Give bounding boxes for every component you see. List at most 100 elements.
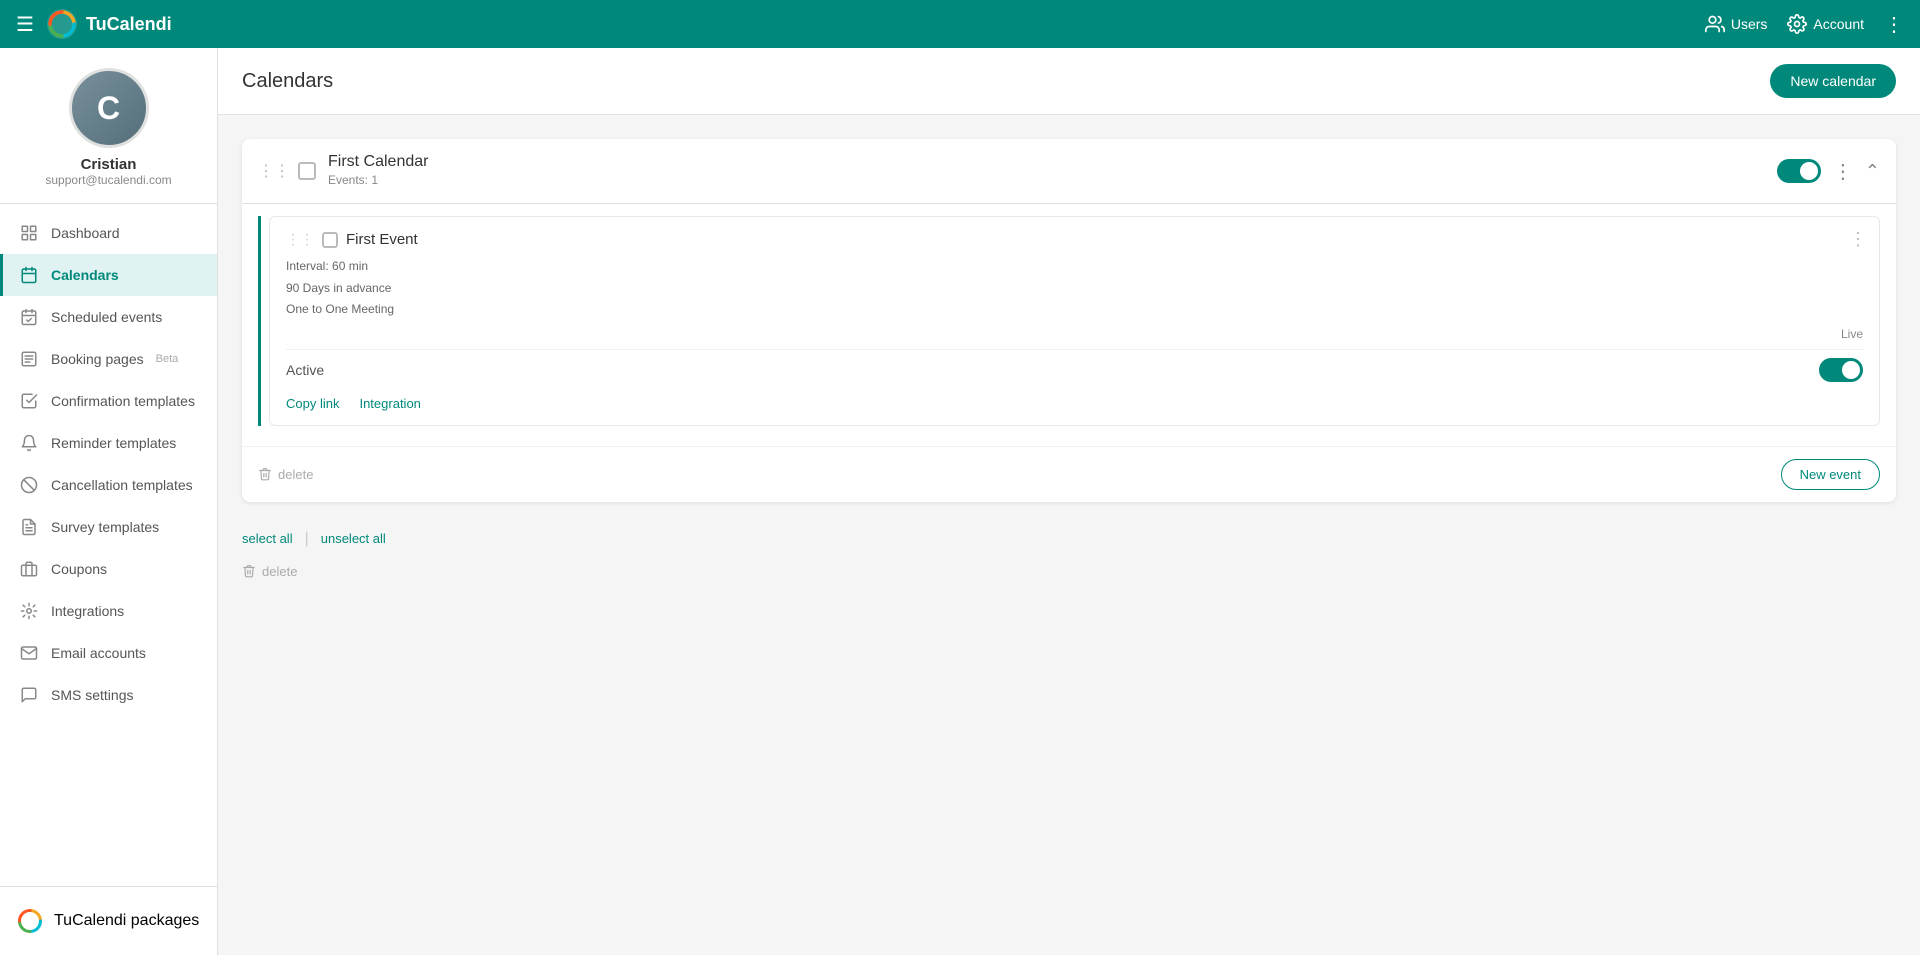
app-name: TuCalendi — [86, 14, 172, 35]
sidebar-item-label-confirmation-templates: Confirmation templates — [51, 393, 195, 409]
users-button[interactable]: Users — [1705, 14, 1768, 34]
calendar-drag-handle-icon[interactable]: ⋮⋮ — [258, 161, 290, 181]
calendar-toggle[interactable] — [1777, 159, 1821, 183]
sms-icon — [19, 685, 39, 705]
calendar-card-footer: delete New event — [242, 446, 1896, 502]
sidebar-item-confirmation-templates[interactable]: Confirmation templates — [0, 380, 217, 422]
sidebar-item-label-coupons: Coupons — [51, 561, 107, 577]
event-active-label: Active — [286, 362, 324, 378]
sidebar-item-label-calendars: Calendars — [51, 267, 119, 283]
email-icon — [19, 643, 39, 663]
sidebar-item-scheduled-events[interactable]: Scheduled events — [0, 296, 217, 338]
calendar-card-header: ⋮⋮ First Calendar Events: 1 ⋮ ⌃ — [242, 139, 1896, 204]
calendar-delete-button[interactable]: delete — [258, 467, 313, 482]
sidebar-item-sms-settings[interactable]: SMS settings — [0, 674, 217, 716]
sidebar: C Cristian support@tucalendi.com Dashboa… — [0, 48, 218, 955]
topbar-right: Users Account ⋮ — [1705, 12, 1904, 37]
page-title: Calendars — [242, 70, 333, 93]
main-header: Calendars New calendar — [218, 48, 1920, 115]
grid-icon — [19, 223, 39, 243]
event-more-icon[interactable]: ⋮ — [1849, 229, 1867, 250]
sidebar-item-label-integrations: Integrations — [51, 603, 124, 619]
coupon-icon — [19, 559, 39, 579]
sidebar-item-survey-templates[interactable]: Survey templates — [0, 506, 217, 548]
more-options-icon[interactable]: ⋮ — [1884, 12, 1904, 37]
calendar-card: ⋮⋮ First Calendar Events: 1 ⋮ ⌃ — [242, 139, 1896, 502]
users-icon — [1705, 14, 1725, 34]
calendar-delete-label: delete — [278, 467, 313, 482]
event-name: First Event — [346, 231, 1863, 248]
event-status-label: Live — [1841, 327, 1863, 341]
topbar: ☰ TuCalendi Users Account — [0, 0, 1920, 48]
users-label: Users — [1731, 16, 1768, 32]
sidebar-item-label-cancellation-templates: Cancellation templates — [51, 477, 193, 493]
sidebar-item-integrations[interactable]: Integrations — [0, 590, 217, 632]
avatar: C — [69, 68, 149, 148]
event-checkbox[interactable] — [322, 232, 338, 248]
integrations-icon — [19, 601, 39, 621]
bottom-actions: select all | unselect all — [242, 522, 1896, 556]
integration-button[interactable]: Integration — [359, 396, 420, 411]
account-button[interactable]: Account — [1787, 14, 1864, 34]
sidebar-item-reminder-templates[interactable]: Reminder templates — [0, 422, 217, 464]
new-calendar-button[interactable]: New calendar — [1770, 64, 1896, 98]
calendar-events-count: Events: 1 — [328, 173, 378, 187]
tucalendi-packages-label: TuCalendi packages — [54, 912, 199, 930]
bottom-delete-container: delete — [242, 564, 1896, 579]
sidebar-item-coupons[interactable]: Coupons — [0, 548, 217, 590]
sidebar-item-label-reminder-templates: Reminder templates — [51, 435, 176, 451]
calendar-collapse-icon[interactable]: ⌃ — [1865, 161, 1880, 182]
event-links: Copy link Integration — [286, 390, 1863, 411]
sidebar-item-cancellation-templates[interactable]: Cancellation templates — [0, 464, 217, 506]
select-all-button[interactable]: select all — [242, 531, 293, 546]
calendar-events-list: ⋮⋮ First Event ⋮ Interval: 60 min 90 Day… — [258, 216, 1880, 426]
event-card-header: ⋮⋮ First Event ⋮ — [286, 231, 1863, 248]
sidebar-item-dashboard[interactable]: Dashboard — [0, 212, 217, 254]
app-logo: TuCalendi — [46, 8, 172, 40]
survey-icon — [19, 517, 39, 537]
sidebar-item-sublabel-beta: Beta — [156, 353, 179, 365]
user-name: Cristian — [81, 156, 137, 173]
main-content: Calendars New calendar ⋮⋮ First Calendar… — [218, 48, 1920, 955]
calendar-more-icon[interactable]: ⋮ — [1833, 159, 1853, 184]
bell-icon — [19, 433, 39, 453]
tucalendi-packages-item[interactable]: TuCalendi packages — [16, 899, 201, 943]
event-details: Interval: 60 min 90 Days in advance One … — [286, 256, 1863, 321]
sidebar-item-booking-pages[interactable]: Booking pages Beta — [0, 338, 217, 380]
gear-icon — [1787, 14, 1807, 34]
calendar-toggle-slider — [1777, 159, 1821, 183]
bottom-trash-icon — [242, 564, 256, 578]
bottom-delete-label: delete — [262, 564, 297, 579]
menu-hamburger-icon[interactable]: ☰ — [16, 12, 34, 37]
event-active-row: Active — [286, 349, 1863, 390]
sidebar-item-calendars[interactable]: Calendars — [0, 254, 217, 296]
calendar-icon — [19, 265, 39, 285]
user-email: support@tucalendi.com — [45, 173, 171, 187]
calendar-info: First Calendar Events: 1 — [328, 153, 1777, 189]
event-interval: Interval: 60 min — [286, 256, 1863, 278]
event-advance: 90 Days in advance — [286, 278, 1863, 300]
calendar-events-container: ⋮⋮ First Event ⋮ Interval: 60 min 90 Day… — [242, 216, 1896, 446]
event-active-toggle-slider — [1819, 358, 1863, 382]
new-event-button[interactable]: New event — [1781, 459, 1880, 490]
sidebar-item-email-accounts[interactable]: Email accounts — [0, 632, 217, 674]
separator: | — [305, 530, 309, 548]
unselect-all-button[interactable]: unselect all — [321, 531, 386, 546]
cancel-icon — [19, 475, 39, 495]
sidebar-item-label-scheduled-events: Scheduled events — [51, 309, 162, 325]
sidebar-item-label-email-accounts: Email accounts — [51, 645, 146, 661]
event-status: Live — [286, 327, 1863, 341]
sidebar-item-label-dashboard: Dashboard — [51, 225, 120, 241]
copy-link-button[interactable]: Copy link — [286, 396, 339, 411]
clock-icon — [19, 307, 39, 327]
check-template-icon — [19, 391, 39, 411]
event-meeting-type: One to One Meeting — [286, 299, 1863, 321]
account-label: Account — [1813, 16, 1864, 32]
event-drag-handle-icon[interactable]: ⋮⋮ — [286, 231, 314, 248]
sidebar-item-label-survey-templates: Survey templates — [51, 519, 159, 535]
event-active-toggle[interactable] — [1819, 358, 1863, 382]
calendar-checkbox[interactable] — [298, 162, 316, 180]
calendar-name: First Calendar — [328, 153, 1777, 171]
main-body: ⋮⋮ First Calendar Events: 1 ⋮ ⌃ — [218, 115, 1920, 603]
calendar-header-actions: ⋮ ⌃ — [1777, 159, 1880, 184]
